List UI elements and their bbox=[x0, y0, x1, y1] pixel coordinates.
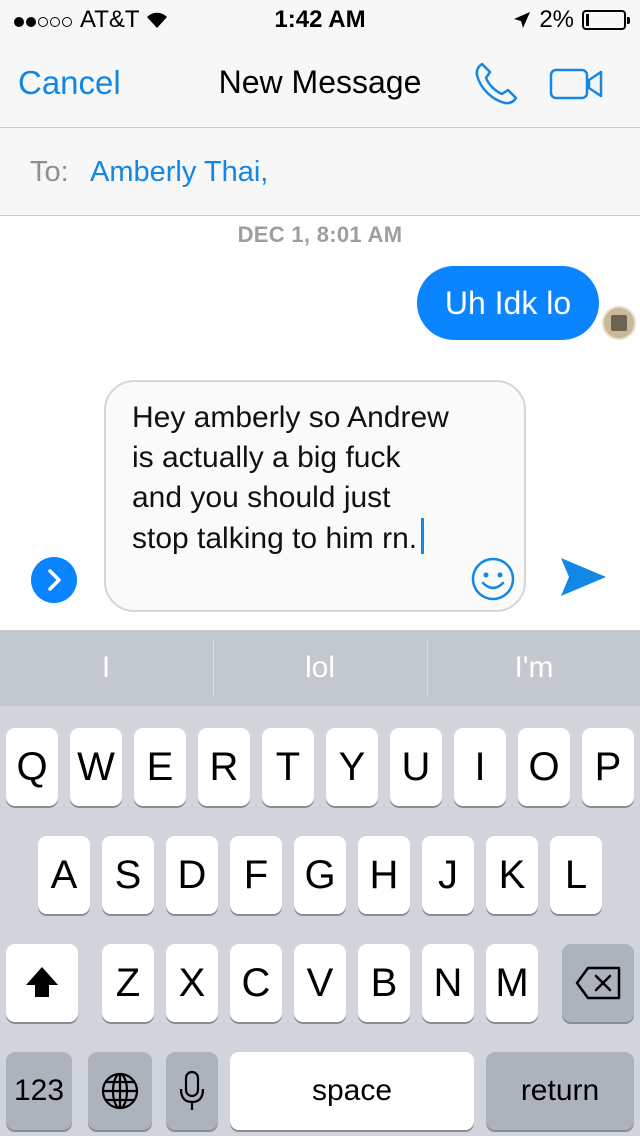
recipient-name[interactable]: Amberly Thai, bbox=[90, 156, 268, 189]
key-u[interactable]: U bbox=[390, 728, 442, 806]
key-k[interactable]: K bbox=[486, 836, 538, 914]
location-arrow-icon bbox=[514, 12, 531, 28]
suggestion-item[interactable]: I bbox=[0, 630, 212, 706]
key-g[interactable]: G bbox=[294, 836, 346, 914]
message-input-text[interactable]: Hey amberly so Andrew is actually a big … bbox=[132, 398, 452, 559]
keyboard: Q W E R T Y U I O P A S D F G H J K L Z … bbox=[0, 706, 640, 1136]
suggestion-item[interactable]: I'm bbox=[428, 630, 640, 706]
key-a[interactable]: A bbox=[38, 836, 90, 914]
delete-key[interactable] bbox=[562, 944, 634, 1022]
return-key[interactable]: return bbox=[486, 1052, 634, 1130]
key-m[interactable]: M bbox=[486, 944, 538, 1022]
avatar bbox=[602, 306, 636, 340]
key-n[interactable]: N bbox=[422, 944, 474, 1022]
battery-percent: 2% bbox=[539, 6, 574, 33]
status-bar: AT&T 1:42 AM 2% bbox=[0, 0, 640, 40]
key-b[interactable]: B bbox=[358, 944, 410, 1022]
key-r[interactable]: R bbox=[198, 728, 250, 806]
key-j[interactable]: J bbox=[422, 836, 474, 914]
video-camera-icon[interactable] bbox=[548, 62, 604, 106]
key-i[interactable]: I bbox=[454, 728, 506, 806]
cancel-button[interactable]: Cancel bbox=[18, 64, 121, 102]
message-draft: Hey amberly so Andrew is actually a big … bbox=[132, 401, 458, 555]
key-v[interactable]: V bbox=[294, 944, 346, 1022]
recipient-row[interactable]: To: Amberly Thai, bbox=[0, 128, 640, 216]
text-caret bbox=[421, 518, 425, 554]
navigation-bar: Cancel New Message bbox=[0, 40, 640, 128]
key-q[interactable]: Q bbox=[6, 728, 58, 806]
key-p[interactable]: P bbox=[582, 728, 634, 806]
outgoing-message-bubble[interactable]: Uh Idk lo bbox=[417, 266, 599, 340]
space-key[interactable]: space bbox=[230, 1052, 474, 1130]
key-h[interactable]: H bbox=[358, 836, 410, 914]
key-x[interactable]: X bbox=[166, 944, 218, 1022]
message-input[interactable]: Hey amberly so Andrew is actually a big … bbox=[104, 380, 526, 612]
key-d[interactable]: D bbox=[166, 836, 218, 914]
suggestion-item[interactable]: lol bbox=[214, 630, 426, 706]
key-e[interactable]: E bbox=[134, 728, 186, 806]
message-timestamp: DEC 1, 8:01 AM bbox=[237, 222, 403, 247]
microphone-icon bbox=[179, 1070, 205, 1110]
key-z[interactable]: Z bbox=[102, 944, 154, 1022]
dictation-key[interactable] bbox=[166, 1052, 218, 1130]
shift-key[interactable] bbox=[6, 944, 78, 1022]
key-t[interactable]: T bbox=[262, 728, 314, 806]
key-c[interactable]: C bbox=[230, 944, 282, 1022]
shift-arrow-icon bbox=[26, 967, 58, 997]
globe-key[interactable] bbox=[88, 1052, 152, 1130]
key-o[interactable]: O bbox=[518, 728, 570, 806]
to-label: To: bbox=[30, 156, 69, 188]
status-right: 2% bbox=[513, 6, 630, 34]
emoji-icon[interactable] bbox=[470, 556, 516, 602]
key-w[interactable]: W bbox=[70, 728, 122, 806]
key-s[interactable]: S bbox=[102, 836, 154, 914]
key-f[interactable]: F bbox=[230, 836, 282, 914]
battery-icon bbox=[582, 10, 630, 30]
expand-chevron-icon[interactable] bbox=[31, 557, 77, 603]
key-l[interactable]: L bbox=[550, 836, 602, 914]
key-y[interactable]: Y bbox=[326, 728, 378, 806]
phone-icon[interactable] bbox=[470, 58, 522, 110]
numbers-key[interactable]: 123 bbox=[6, 1052, 72, 1130]
backspace-icon bbox=[575, 966, 621, 1000]
send-icon[interactable] bbox=[558, 554, 608, 600]
globe-icon bbox=[101, 1072, 139, 1110]
predictive-suggestions: I lol I'm bbox=[0, 630, 640, 706]
